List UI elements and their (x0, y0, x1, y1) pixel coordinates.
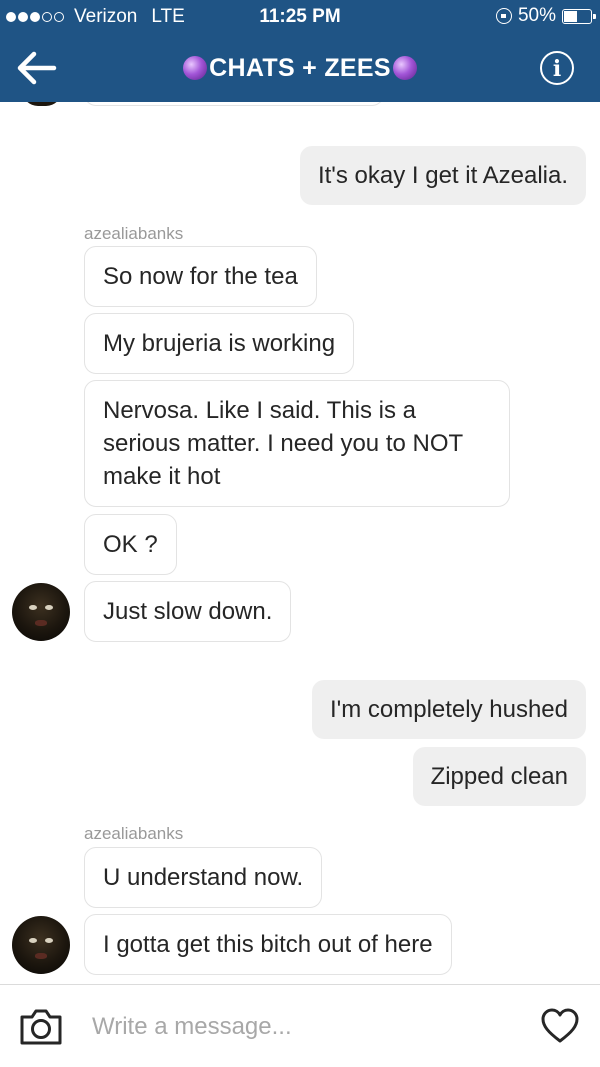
conversation-header: CHATS + ZEES i (0, 34, 600, 102)
conversation-title-row[interactable]: CHATS + ZEES (0, 54, 600, 83)
crystal-ball-icon (183, 56, 208, 80)
message-bubble-incoming[interactable]: So now for the tea (84, 246, 317, 307)
status-bar: Verizon LTE 11:25 PM 50% (0, 0, 600, 34)
camera-button[interactable] (18, 1007, 64, 1047)
avatar (22, 102, 62, 106)
info-button[interactable]: i (540, 51, 574, 85)
crystal-ball-icon (392, 56, 417, 80)
rotation-lock-icon (495, 8, 512, 24)
message-bubble-partial (84, 102, 384, 106)
avatar-eye (45, 605, 53, 610)
message-bubble-incoming[interactable]: Just slow down. (84, 581, 292, 642)
message-thread[interactable]: It's okay I get it Azealia. azealiabanks… (0, 102, 600, 984)
message-bubble-outgoing[interactable]: It's okay I get it Azealia. (299, 146, 586, 205)
avatar-eye (29, 605, 37, 610)
avatar-mouth (35, 620, 47, 626)
like-button[interactable] (540, 1007, 580, 1045)
message-bubble-incoming[interactable]: My brujeria is working (84, 313, 355, 374)
sender-name: azealiabanks (84, 824, 184, 843)
message-composer (0, 984, 600, 1067)
battery-fill (564, 10, 577, 22)
avatar[interactable] (12, 583, 70, 641)
message-bubble-incoming[interactable]: Nervosa. Like I said. This is a serious … (84, 380, 510, 507)
message-bubble-outgoing[interactable]: I'm completely hushed (311, 680, 586, 739)
message-bubble-incoming[interactable]: OK ? (84, 514, 177, 575)
avatar[interactable] (12, 916, 70, 974)
status-right: 50% (495, 5, 596, 27)
conversation-title: CHATS + ZEES (209, 54, 391, 82)
battery-percent: 50% (517, 5, 556, 26)
message-bubble-outgoing[interactable]: Zipped clean (412, 747, 586, 806)
info-icon: i (552, 56, 562, 82)
avatar-mouth (35, 953, 47, 959)
camera-icon (20, 1009, 62, 1045)
sender-name: azealiabanks (84, 224, 184, 243)
battery-icon (562, 8, 596, 24)
heart-icon (541, 1008, 579, 1043)
avatar-eye (45, 938, 53, 943)
message-bubble-incoming[interactable]: I gotta get this bitch out of here (84, 914, 452, 975)
avatar-eye (29, 938, 37, 943)
message-input[interactable] (92, 1007, 512, 1047)
message-bubble-incoming[interactable]: U understand now. (84, 847, 323, 908)
